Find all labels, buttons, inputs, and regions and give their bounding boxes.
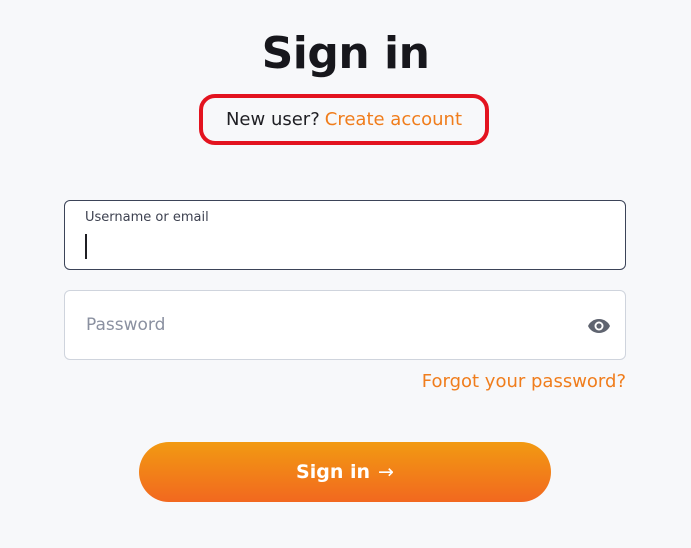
password-field[interactable] xyxy=(64,290,626,360)
username-input[interactable] xyxy=(65,201,625,269)
password-input[interactable] xyxy=(65,291,625,359)
eye-icon[interactable] xyxy=(587,315,611,337)
create-account-link[interactable]: Create account xyxy=(325,109,462,130)
forgot-password-link[interactable]: Forgot your password? xyxy=(422,371,626,392)
sign-in-page: Sign in New user? Create account Usernam… xyxy=(0,0,691,548)
sign-in-button[interactable]: Sign in → xyxy=(139,442,551,502)
page-title: Sign in xyxy=(261,28,430,79)
new-user-prompt: New user? Create account xyxy=(199,94,489,145)
arrow-right-icon: → xyxy=(378,461,394,483)
new-user-label: New user? xyxy=(225,109,320,130)
username-field[interactable]: Username or email xyxy=(64,200,626,270)
sign-in-button-label: Sign in xyxy=(296,461,371,483)
